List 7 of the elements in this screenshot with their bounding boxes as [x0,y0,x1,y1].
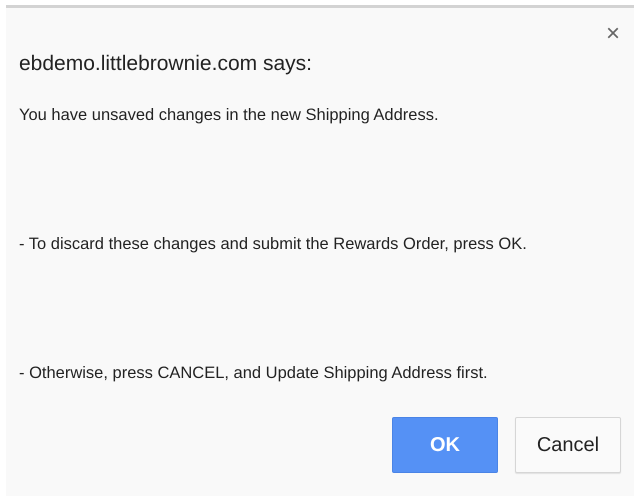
ok-button[interactable]: OK [392,417,498,473]
close-button[interactable]: × [602,22,624,46]
cancel-button[interactable]: Cancel [515,417,621,473]
message-text: You have unsaved changes in the new Shipping Address. [19,105,440,126]
message-text: - To discard these changes and submit the Rewards Order, press OK. [19,234,528,255]
dialog-title: ebdemo.littlebrownie.com says: [19,51,313,77]
message-text: - Otherwise, press CANCEL, and Update Shipping Address first. [19,363,489,384]
